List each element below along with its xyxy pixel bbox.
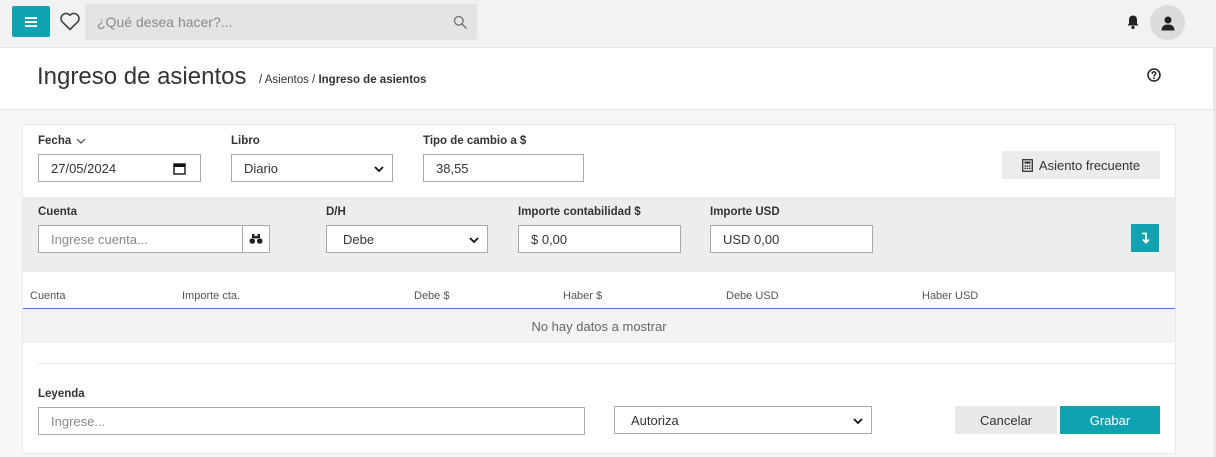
chevron-down-icon [469,237,479,244]
leyenda-input[interactable]: Ingrese... [38,407,585,435]
libro-value: Diario [244,160,278,176]
breadcrumb-current: Ingreso de asientos [318,74,427,86]
search-input[interactable] [85,4,445,40]
autoriza-value: Autoriza [631,412,679,428]
binoculars-icon [249,234,263,244]
divider [38,363,1175,364]
chevron-down-icon [853,418,863,425]
col-header-cuenta[interactable]: Cuenta [30,290,65,302]
col-header-haber-usd[interactable]: Haber USD [922,290,978,302]
main-content: Fecha 27/05/2024 Libro Diario Tipo de ca… [0,110,1213,457]
top-bar [0,0,1216,48]
col-header-haber[interactable]: Haber $ [563,290,602,302]
leyenda-label: Leyenda [38,388,85,400]
breadcrumb: / Asientos / Ingreso de asientos [259,74,426,86]
entry-line-panel: Cuenta Ingrese cuenta... D/H Debe Import… [23,197,1175,272]
col-header-importe-cta[interactable]: Importe cta. [182,290,240,302]
importe-contabilidad-input[interactable]: $ 0,00 [518,225,681,253]
tipo-cambio-label: Tipo de cambio a $ [423,135,527,147]
tipo-cambio-input[interactable]: 38,55 [423,154,584,182]
autoriza-select[interactable]: Autoriza [614,406,872,434]
importe-contabilidad-value: $ 0,00 [531,231,568,247]
add-line-button[interactable] [1131,224,1159,252]
heart-icon[interactable] [58,9,82,33]
cuenta-input[interactable]: Ingrese cuenta... [38,225,243,253]
table-empty-message: No hay datos a mostrar [23,309,1175,343]
importe-usd-value: USD 0,00 [723,231,780,247]
breadcrumb-parent[interactable]: / Asientos / [259,74,318,86]
cuenta-label: Cuenta [38,206,77,218]
save-button[interactable]: Grabar [1060,406,1160,434]
entry-form-card: Fecha 27/05/2024 Libro Diario Tipo de ca… [22,124,1176,454]
dh-label: D/H [326,206,346,218]
lines-table-header: Cuenta Importe cta. Debe $ Haber $ Debe … [23,285,1175,309]
menu-button[interactable] [12,6,50,37]
calendar-icon[interactable] [173,162,186,175]
dh-select[interactable]: Debe [326,225,488,253]
cancel-button[interactable]: Cancelar [955,406,1057,434]
fecha-value: 27/05/2024 [51,160,117,176]
page-title: Ingreso de asientos [37,63,247,90]
asiento-frecuente-label: Asiento frecuente [1038,157,1141,173]
fecha-label-text: Fecha [38,135,72,147]
leyenda-placeholder: Ingrese... [51,413,106,429]
tipo-cambio-value: 38,55 [436,160,469,176]
search-box [85,4,477,40]
importe-usd-label: Importe USD [710,206,780,218]
chevron-down-icon [76,138,86,144]
user-icon [1161,16,1174,30]
importe-usd-input[interactable]: USD 0,00 [710,225,873,253]
libro-select[interactable]: Diario [231,154,393,182]
col-header-debe-usd[interactable]: Debe USD [726,290,779,302]
asiento-frecuente-button[interactable]: Asiento frecuente [1002,151,1160,179]
libro-label: Libro [231,135,260,147]
bell-icon[interactable] [1126,14,1140,30]
fecha-label[interactable]: Fecha [38,135,86,147]
menu-icon [25,20,37,23]
chevron-down-icon [374,166,384,173]
help-icon[interactable] [1147,68,1161,82]
dh-value: Debe [343,231,375,247]
arrow-down-icon [1142,232,1150,244]
cuenta-placeholder: Ingrese cuenta... [51,231,148,247]
importe-contabilidad-label: Importe contabilidad $ [518,206,641,218]
fecha-date-field[interactable]: 27/05/2024 [38,154,201,182]
user-avatar-button[interactable] [1150,5,1185,40]
page-header: Ingreso de asientos / Asientos / Ingreso… [0,48,1213,110]
cuenta-lookup-button[interactable] [242,225,270,253]
search-icon[interactable] [453,15,467,29]
col-header-debe[interactable]: Debe $ [414,290,449,302]
calculator-icon [1021,158,1033,172]
